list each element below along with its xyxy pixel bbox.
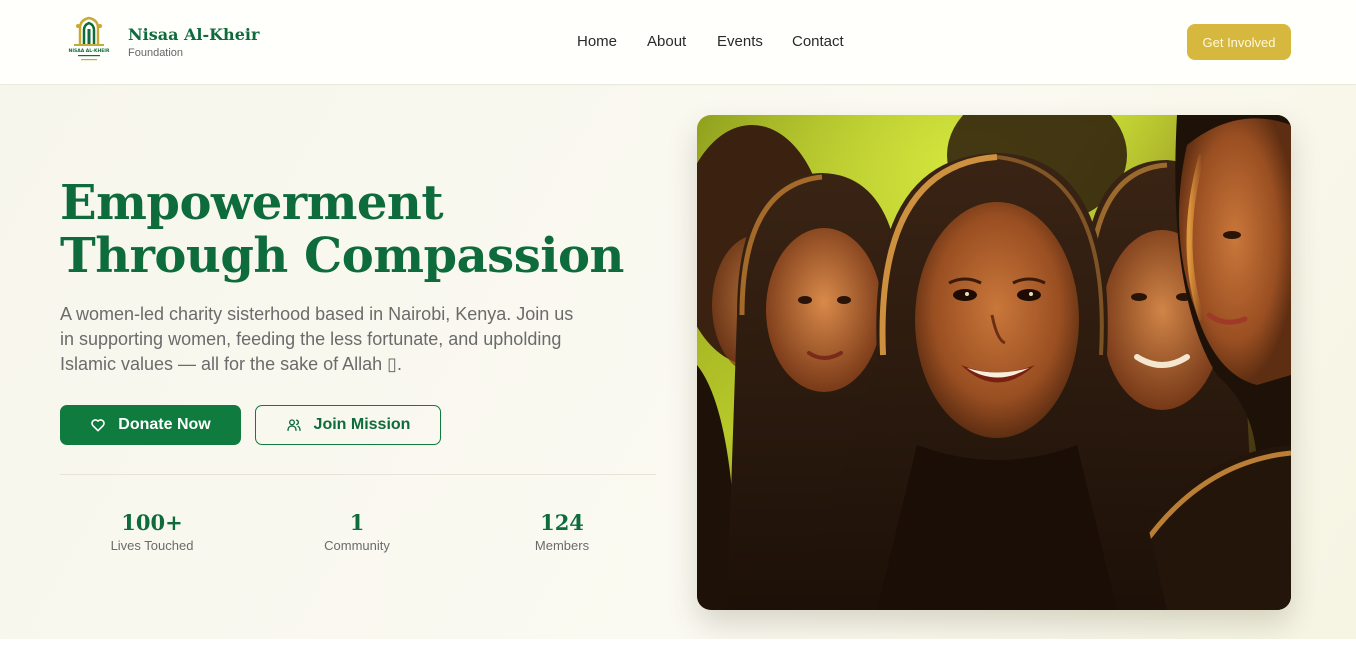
stat-label: Members: [534, 538, 590, 553]
stat-community: 1 Community: [267, 510, 447, 553]
stat-value: 124: [540, 510, 584, 535]
hero-description: A women-led charity sisterhood based in …: [60, 304, 574, 374]
brand-tagline: Foundation: [128, 47, 184, 59]
headline-line-1: Empowerment: [60, 175, 444, 231]
stat-label: Community: [324, 538, 390, 553]
stats-divider: [60, 474, 656, 475]
headline-line-2: Through Compassion: [60, 228, 624, 284]
logo-emblem-icon: NISAA AL-KHEIR: [69, 16, 110, 61]
stat-value: 1: [349, 510, 365, 535]
nav-about-link[interactable]: About: [647, 33, 686, 50]
users-icon: [286, 419, 301, 431]
join-mission-button[interactable]: Join Mission: [255, 405, 441, 445]
hero-headline: Empowerment Through Compassion: [60, 177, 680, 283]
join-mission-label: Join Mission: [313, 416, 411, 433]
heart-icon: [91, 419, 106, 432]
nav-home-link[interactable]: Home: [577, 33, 617, 50]
hero-photo-image: [697, 115, 1291, 610]
stat-value: 100+: [121, 510, 183, 535]
brand-logo[interactable]: NISAA AL-KHEIR: [64, 14, 114, 66]
stat-lives-touched: 100+ Lives Touched: [62, 510, 242, 553]
page-bottom-edge: [0, 639, 1356, 647]
logo-wordmark: NISAA AL-KHEIR: [69, 48, 110, 54]
nav-events-link[interactable]: Events: [717, 33, 763, 50]
donate-now-label: Donate Now: [118, 416, 211, 433]
get-involved-button[interactable]: Get Involved: [1187, 24, 1291, 60]
stat-members: 124 Members: [472, 510, 652, 553]
nav-contact-link[interactable]: Contact: [792, 33, 844, 50]
top-navbar: NISAA AL-KHEIR Nisaa Al-Kheir Foundation…: [0, 0, 1356, 85]
donate-now-button[interactable]: Donate Now: [60, 405, 241, 445]
stat-label: Lives Touched: [110, 538, 194, 553]
hero-photo: [697, 115, 1291, 610]
brand-name[interactable]: Nisaa Al-Kheir: [128, 25, 259, 44]
